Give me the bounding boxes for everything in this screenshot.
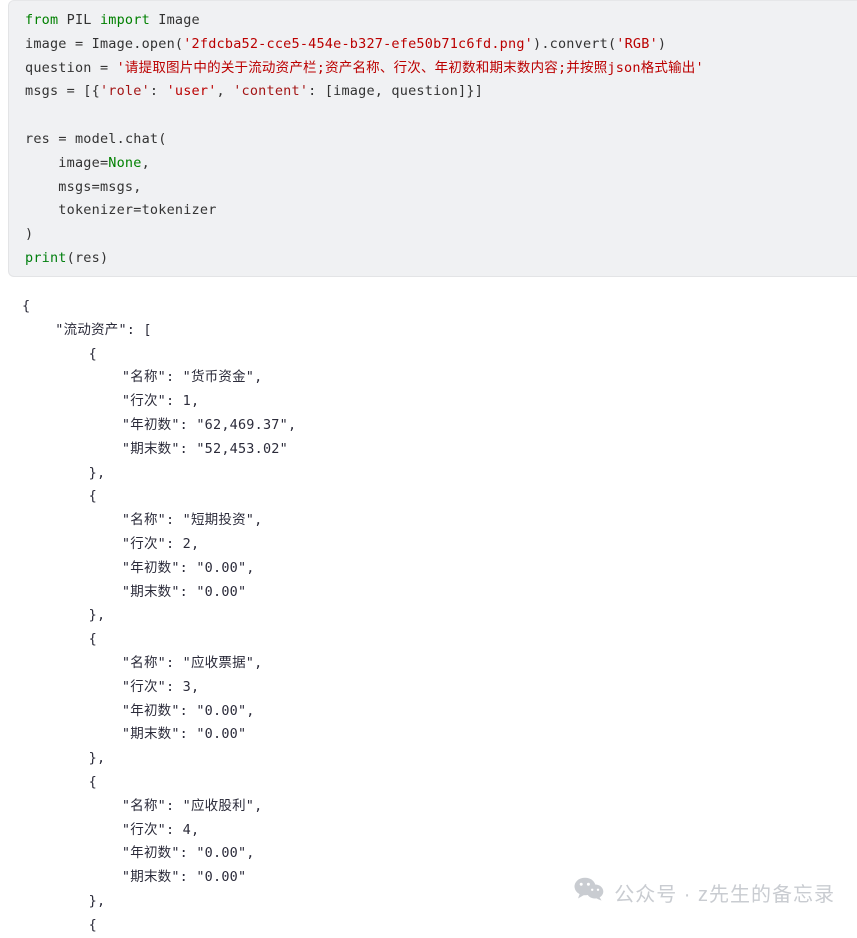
code-token: = (99, 59, 117, 76)
code-token: : (149, 83, 167, 100)
output-line: "年初数": "0.00", (22, 845, 255, 862)
output-line: "年初数": "0.00", (22, 559, 255, 576)
output-line: "名称": "应收股利", (22, 797, 263, 814)
code-token: open (141, 35, 175, 52)
watermark: 公众号 · z先生的备忘录 (574, 877, 835, 907)
output-line: "行次": 4, (22, 821, 200, 838)
code-token: ( (66, 249, 75, 266)
watermark-text: 公众号 · z先生的备忘录 (614, 883, 835, 906)
code-token: import (99, 12, 150, 28)
output-lines: { "流动资产": [ { "名称": "货币资金", "行次": 1, "年初… (22, 295, 857, 938)
code-token: 'content' (233, 83, 309, 100)
code-token: chat (124, 130, 159, 147)
output-line: "流动资产": [ (22, 321, 152, 338)
output-line: }, (22, 464, 106, 481)
code-token: convert (549, 35, 608, 52)
output-line: "期末数": "52,453.02" (22, 440, 288, 457)
output-line: "年初数": "0.00", (22, 702, 255, 719)
output-line: { (22, 298, 31, 314)
code-token: ) (657, 35, 667, 52)
code-line: ) (25, 223, 857, 247)
output-line: "名称": "应收票据", (22, 654, 263, 671)
code-token: msgs (25, 83, 67, 100)
output-line: { (22, 916, 97, 933)
output-line: "行次": 3, (22, 678, 200, 695)
output-line: }, (22, 750, 106, 767)
code-token: ) (99, 249, 109, 266)
code-token: None (108, 154, 142, 171)
code-token: = (58, 130, 75, 147)
python-code-block: from PIL import Image image = Image.open(… (8, 0, 857, 277)
code-token: image= (25, 154, 109, 171)
output-line: "期末数": "0.00" (22, 583, 247, 600)
code-token: res (74, 249, 100, 266)
code-token: [image, question]}] (324, 83, 484, 100)
code-token: ( (158, 130, 167, 147)
code-token: . (133, 35, 142, 52)
output-line: { (22, 631, 97, 648)
code-lines: from PIL import Image image = Image.open(… (25, 9, 857, 271)
code-line: from PIL import Image (25, 9, 857, 33)
code-token: : (308, 83, 325, 100)
output-line: { (22, 773, 97, 790)
output-line: }, (22, 607, 106, 624)
output-line: "行次": 1, (22, 393, 200, 410)
output-line: "名称": "短期投资", (22, 512, 263, 529)
code-token: model (74, 130, 117, 147)
code-line: image=None, (25, 152, 857, 176)
code-token: res (25, 130, 59, 147)
code-token: , (141, 154, 150, 171)
code-token: = (66, 83, 84, 100)
code-token: PIL (58, 12, 100, 28)
output-line: { (22, 488, 97, 505)
json-output-area: { "流动资产": [ { "名称": "货币资金", "行次": 1, "年初… (0, 277, 857, 938)
code-token: from (25, 12, 59, 28)
code-token: , (216, 83, 234, 100)
output-line: "名称": "货币资金", (22, 369, 263, 386)
code-token: ( (174, 35, 184, 52)
output-line: "行次": 2, (22, 535, 200, 552)
code-line: print(res) (25, 247, 857, 271)
code-line: image = Image.open('2fdcba52-cce5-454e-b… (25, 33, 857, 57)
code-token: print (25, 249, 67, 266)
code-line: msgs=msgs, (25, 176, 857, 200)
output-line: { (22, 345, 97, 362)
code-token: Image (149, 12, 200, 28)
code-token: tokenizer=tokenizer (25, 202, 217, 219)
code-token: , (133, 178, 142, 195)
code-token: [{ (83, 83, 100, 100)
code-token: . (116, 130, 125, 147)
code-token: msgs=msgs (25, 178, 134, 195)
code-token: . (541, 35, 550, 52)
code-token: '2fdcba52-cce5-454e-b327-efe50b71c6fd.pn… (183, 35, 533, 52)
code-line: res = model.chat( (25, 128, 857, 152)
code-token: Image (91, 35, 134, 52)
code-token: image (25, 35, 75, 52)
code-line: tokenizer=tokenizer (25, 199, 857, 223)
code-line: question = '请提取图片中的关于流动资产栏;资产名称、行次、年初数和期… (25, 57, 857, 81)
code-token: 'user' (166, 83, 217, 100)
code-token: '请提取图片中的关于流动资产栏;资产名称、行次、年初数和期末数内容;并按照jso… (116, 59, 704, 76)
output-line: "年初数": "62,469.37", (22, 416, 297, 433)
wechat-icon (574, 877, 604, 907)
code-line: msgs = [{'role': 'user', 'content': [ima… (25, 80, 857, 104)
code-token: 'role' (99, 83, 150, 100)
code-token: question (25, 59, 100, 76)
code-token: 'RGB' (616, 35, 658, 52)
code-token: ) (25, 226, 34, 243)
code-token: = (74, 35, 92, 52)
output-line: "期末数": "0.00" (22, 726, 247, 743)
